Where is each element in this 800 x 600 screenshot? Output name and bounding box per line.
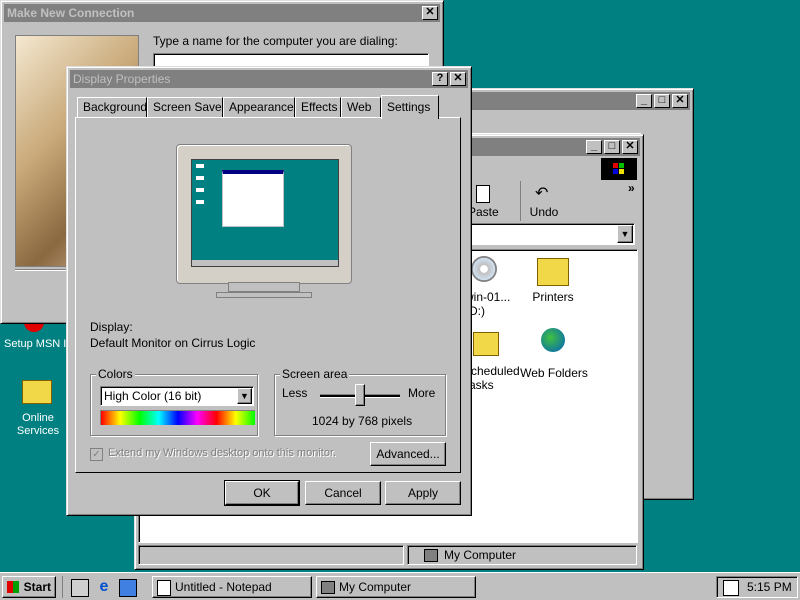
address-combo[interactable]: ▼ [455, 223, 635, 245]
show-desktop-icon[interactable] [71, 579, 89, 597]
icon-label: Printers [532, 290, 574, 304]
status-pane-1 [138, 545, 404, 565]
window-titlebar[interactable]: Make New Connection ✕ [4, 4, 440, 22]
slider-thumb[interactable] [355, 384, 365, 406]
start-button[interactable]: Start [2, 576, 56, 598]
quick-launch: e [62, 576, 143, 598]
maximize-button[interactable]: □ [604, 140, 620, 154]
mini-window [222, 170, 284, 227]
task-my-computer[interactable]: My Computer [316, 576, 476, 598]
monitor-base [216, 292, 312, 298]
tab-background[interactable]: Background [77, 97, 147, 117]
printers-icon[interactable] [537, 258, 569, 286]
scrollbar[interactable] [669, 133, 685, 495]
minimize-button[interactable]: _ [636, 94, 652, 108]
extend-label: Extend my Windows desktop onto this moni… [108, 447, 337, 459]
extend-checkbox[interactable]: ✓ [90, 448, 103, 461]
close-button[interactable]: ✕ [672, 94, 688, 108]
outlook-express-icon[interactable] [119, 579, 137, 597]
task-label: Untitled - Notepad [175, 580, 272, 594]
ok-button[interactable]: OK [224, 480, 300, 506]
notepad-icon [157, 580, 171, 596]
connection-prompt: Type a name for the computer you are dia… [153, 34, 398, 48]
cancel-button[interactable]: Cancel [305, 481, 381, 505]
display-properties-dialog: Display Properties ? ✕ Background Screen… [66, 66, 472, 516]
minimize-button[interactable]: _ [586, 140, 602, 154]
status-text: My Computer [444, 548, 517, 562]
windows-flag-icon [7, 581, 19, 593]
colors-select[interactable]: High Color (16 bit) ▼ [100, 386, 254, 406]
close-button[interactable]: ✕ [422, 6, 438, 20]
paste-label: Paste [468, 205, 499, 219]
cd-drive-icon [471, 256, 497, 282]
computer-icon [321, 581, 335, 594]
computer-icon [424, 549, 438, 562]
clipboard-icon [476, 185, 490, 203]
color-spectrum [100, 410, 255, 425]
help-button[interactable]: ? [432, 72, 448, 86]
toolbar-more-icon[interactable]: » [628, 181, 635, 195]
more-label: More [408, 386, 436, 400]
mini-taskbar [192, 260, 338, 266]
internet-explorer-icon[interactable]: e [95, 578, 113, 596]
undo-button[interactable]: ↶ Undo [520, 181, 567, 221]
close-button[interactable]: ✕ [450, 72, 466, 86]
scheduled-tasks-icon[interactable] [473, 332, 499, 356]
start-label: Start [23, 580, 51, 594]
web-folders-icon[interactable] [541, 328, 565, 352]
desktop-icon-label: Online Services [16, 412, 60, 437]
window-title: Display Properties [73, 72, 171, 86]
window-titlebar[interactable]: Display Properties ? ✕ [70, 70, 468, 88]
status-pane-2: My Computer [407, 545, 637, 565]
colors-group-label: Colors [96, 367, 135, 381]
display-value: Default Monitor on Cirrus Logic [90, 336, 256, 350]
taskbar: Start e Untitled - Notepad My Computer 5… [0, 572, 800, 600]
task-label: My Computer [339, 580, 412, 594]
monitor-stand [228, 282, 300, 292]
monitor-screen [191, 159, 339, 267]
icon-label: win-01... (D:) [465, 290, 511, 318]
tab-settings[interactable]: Settings [381, 95, 439, 119]
monitor-preview [176, 144, 352, 284]
undo-label: Undo [529, 205, 559, 219]
tab-effects[interactable]: Effects [295, 97, 341, 117]
mini-desktop-icons [196, 164, 204, 204]
apply-button[interactable]: Apply [385, 481, 461, 505]
chevron-down-icon[interactable]: ▼ [617, 225, 633, 243]
desktop-icon-online-services[interactable]: Online Services [6, 376, 70, 442]
tab-appearance[interactable]: Appearance [223, 97, 295, 117]
window-title: Make New Connection [7, 6, 135, 20]
resolution-slider[interactable] [316, 384, 404, 408]
system-tray: 5:15 PM [716, 576, 798, 598]
scheduler-icon[interactable] [723, 580, 739, 596]
close-button[interactable]: ✕ [622, 140, 638, 154]
folder-icon [22, 380, 52, 404]
less-label: Less [282, 386, 308, 400]
paste-button[interactable]: Paste [468, 181, 518, 221]
undo-icon: ↶ [535, 185, 549, 202]
chevron-down-icon[interactable]: ▼ [237, 388, 252, 404]
task-notepad[interactable]: Untitled - Notepad [152, 576, 312, 598]
icon-label: Web Folders [520, 366, 588, 380]
tab-web[interactable]: Web [341, 97, 381, 117]
maximize-button[interactable]: □ [654, 94, 670, 108]
display-label: Display: [90, 320, 133, 334]
desktop-icon-label: Setup MSN Internet A... [4, 338, 120, 350]
screen-area-group-label: Screen area [280, 367, 350, 381]
colors-selected-value: High Color (16 bit) [104, 389, 202, 403]
advanced-button[interactable]: Advanced... [370, 442, 446, 466]
clock[interactable]: 5:15 PM [747, 580, 792, 594]
resolution-text: 1024 by 768 pixels [312, 414, 413, 428]
tab-screen-saver[interactable]: Screen Saver [147, 97, 226, 117]
tab-panel: Display: Default Monitor on Cirrus Logic… [75, 117, 461, 473]
tab-strip: Background Screen Saver Appearance Effec… [77, 95, 457, 119]
windows-logo-icon [601, 158, 637, 180]
icon-label: Scheduled Tasks [463, 364, 520, 392]
